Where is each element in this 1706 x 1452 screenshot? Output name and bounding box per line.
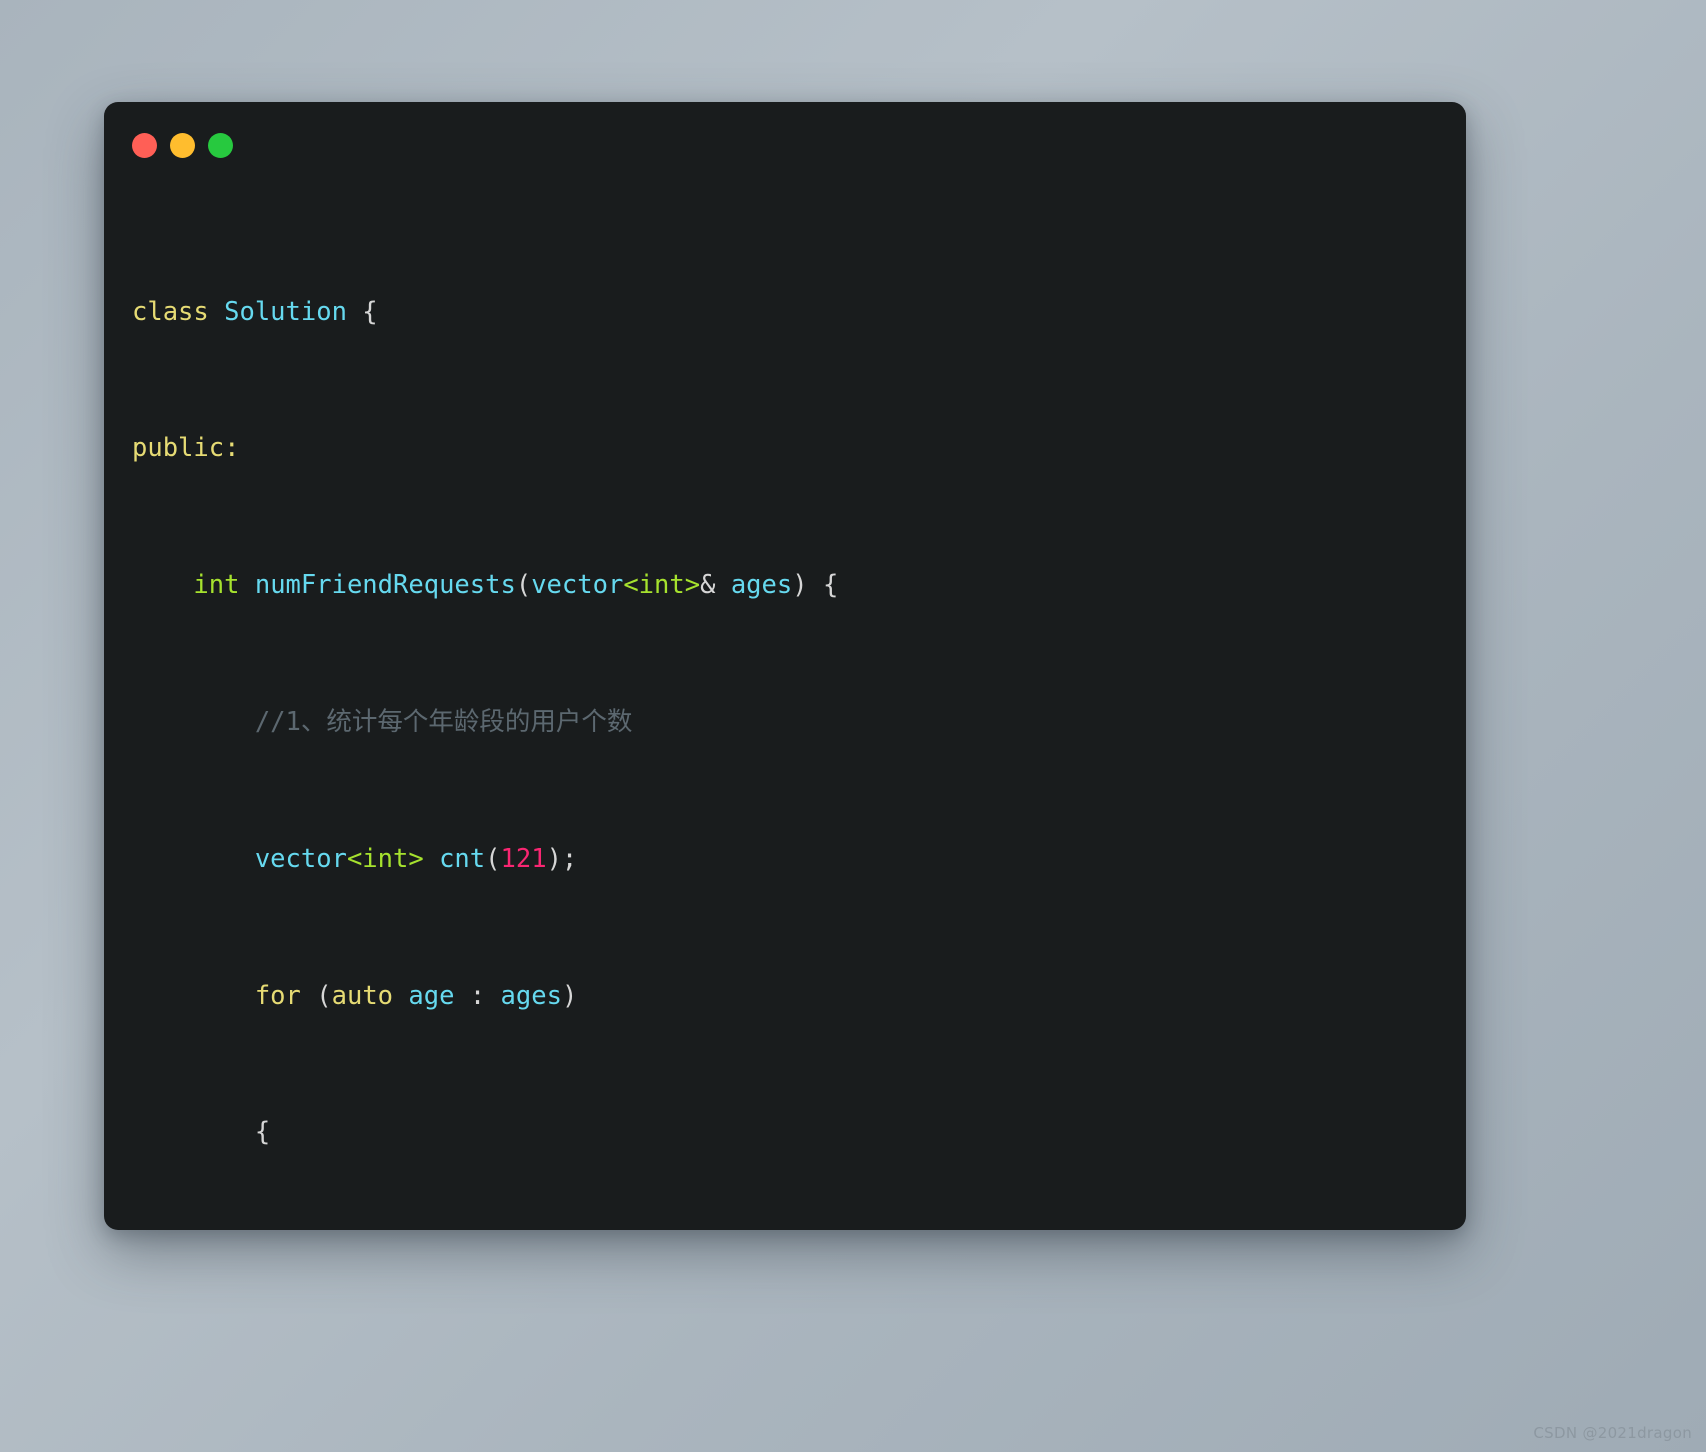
comment-step-1: //1、统计每个年龄段的用户个数 bbox=[254, 707, 633, 737]
watermark: CSDN @2021dragon bbox=[1533, 1424, 1692, 1442]
param-type: vector bbox=[531, 570, 624, 601]
close-button[interactable] bbox=[132, 133, 157, 158]
maximize-button[interactable] bbox=[208, 133, 233, 158]
code-line: { bbox=[132, 1115, 1466, 1149]
paren-close: ); bbox=[546, 843, 578, 874]
param-name: ages bbox=[730, 570, 793, 601]
literal-121: 121 bbox=[500, 843, 547, 874]
paren-close: ) bbox=[561, 980, 578, 1011]
paren-open: ( bbox=[515, 570, 532, 601]
function-name: numFriendRequests bbox=[254, 570, 516, 601]
code-window: class Solution { public: int numFriendRe… bbox=[104, 102, 1466, 1230]
code-line: vector<int> cnt(121); bbox=[132, 842, 1466, 876]
code-line: for (auto age : ages) bbox=[132, 979, 1466, 1013]
window-titlebar bbox=[104, 102, 1466, 180]
minimize-button[interactable] bbox=[170, 133, 195, 158]
code-line: public: bbox=[132, 431, 1466, 465]
return-type: int bbox=[193, 570, 240, 601]
colon: : bbox=[469, 980, 486, 1011]
template-arg: <int> bbox=[346, 843, 424, 874]
code-line: //1、统计每个年龄段的用户个数 bbox=[132, 705, 1466, 739]
keyword-for: for bbox=[254, 980, 301, 1011]
var-ages: ages bbox=[500, 980, 562, 1011]
ref-ampersand: & bbox=[700, 570, 716, 601]
code-line: int numFriendRequests(vector<int>& ages)… bbox=[132, 568, 1466, 602]
brace-open: { bbox=[254, 1117, 271, 1148]
paren-open: ( bbox=[485, 843, 501, 874]
code-line: class Solution { bbox=[132, 295, 1466, 329]
keyword-class: class bbox=[132, 296, 209, 327]
var-cnt: cnt bbox=[439, 843, 486, 874]
access-specifier: public: bbox=[132, 433, 240, 464]
keyword-auto: auto bbox=[331, 980, 394, 1011]
var-age: age bbox=[408, 980, 455, 1011]
template-arg: <int> bbox=[623, 570, 701, 601]
paren-close: ) { bbox=[792, 570, 839, 601]
brace-open: { bbox=[346, 296, 378, 327]
code-block[interactable]: class Solution { public: int numFriendRe… bbox=[132, 192, 1466, 1230]
paren-open: ( bbox=[316, 980, 332, 1011]
type-vector: vector bbox=[254, 843, 347, 874]
class-name: Solution bbox=[224, 296, 347, 327]
